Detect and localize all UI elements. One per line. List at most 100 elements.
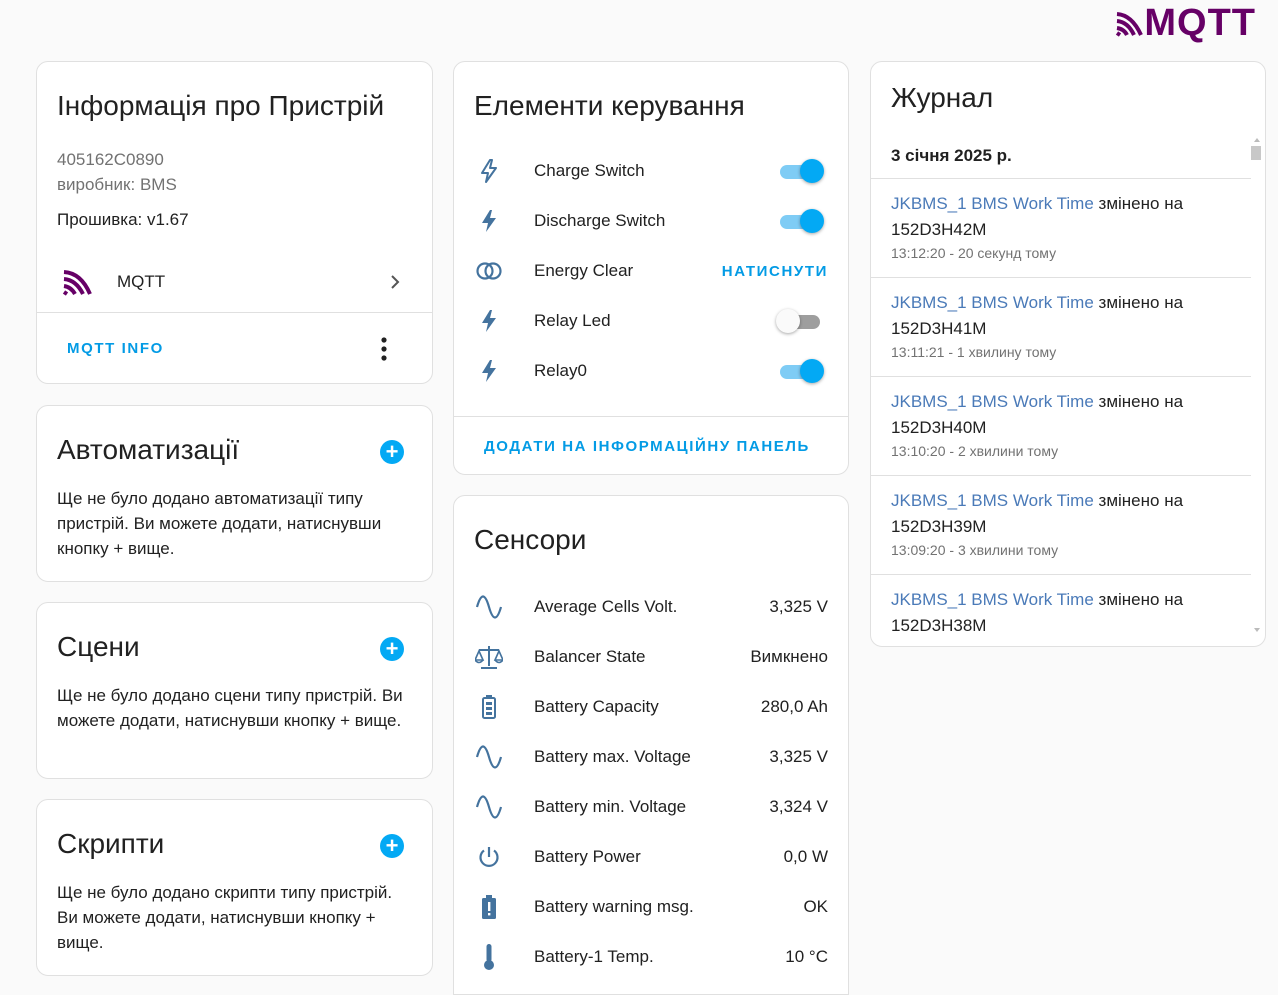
sensor-row[interactable]: Battery Capacity 280,0 Ah [454, 682, 848, 732]
logbook-entry[interactable]: JKBMS_1 BMS Work Time змінено на 152D3H3… [871, 475, 1251, 575]
scripts-card: Скрипти + Ще не було додано скрипти типу… [36, 799, 433, 976]
scroll-up-arrow[interactable] [1254, 138, 1260, 142]
logbook-entry-text: JKBMS_1 BMS Work Time змінено на 152D3H4… [891, 191, 1211, 243]
scale-balance-icon [474, 642, 504, 672]
sensor-row[interactable]: Battery warning msg. OK [454, 882, 848, 932]
logbook-entity-link[interactable]: JKBMS_1 BMS Work Time [891, 491, 1094, 510]
logbook-card: Журнал 3 січня 2025 р. JKBMS_1 BMS Work … [870, 61, 1266, 647]
sensor-value: Вимкнено [750, 647, 828, 666]
add-automation-button[interactable]: + [380, 440, 404, 464]
logbook-entity-link[interactable]: JKBMS_1 BMS Work Time [891, 392, 1094, 411]
sensor-name: Average Cells Volt. [534, 597, 678, 616]
sensor-value: 3,325 V [769, 597, 828, 616]
more-vertical-icon[interactable] [380, 336, 388, 362]
flash-icon [474, 306, 504, 336]
controls-title: Елементи керування [474, 90, 745, 121]
control-row[interactable]: Discharge Switch [454, 196, 848, 246]
control-row[interactable]: Energy Clear НАТИСНУТИ [454, 246, 848, 296]
relay0-toggle[interactable] [778, 359, 824, 383]
add-scene-button[interactable]: + [380, 637, 404, 661]
control-row[interactable]: Relay0 [454, 346, 848, 396]
sensor-row[interactable]: Battery min. Voltage 3,324 V [454, 782, 848, 832]
power-icon [474, 842, 504, 872]
logbook-entity-link[interactable]: JKBMS_1 BMS Work Time [891, 590, 1094, 609]
logbook-value: 152D3H40M [891, 418, 987, 437]
press-button[interactable]: НАТИСНУТИ [722, 263, 828, 280]
battery-icon [474, 692, 504, 722]
logbook-entry[interactable]: JKBMS_1 BMS Work Time змінено на 152D3H4… [871, 277, 1251, 377]
flash-icon [474, 206, 504, 236]
device-serial: 405162C0890 [57, 150, 164, 169]
plus-icon: + [385, 439, 399, 464]
add-script-button[interactable]: + [380, 834, 404, 858]
device-info-title: Інформація про Пристрій [57, 90, 385, 121]
logbook-changed-label: змінено на [1098, 293, 1184, 312]
logbook-value: 152D3H41M [891, 319, 987, 338]
discharge-switch-toggle[interactable] [778, 209, 824, 233]
scroll-thumb[interactable] [1251, 146, 1261, 160]
control-row[interactable]: Charge Switch [454, 146, 848, 196]
sensor-row[interactable]: Battery max. Voltage 3,325 V [454, 732, 848, 782]
logbook-entry[interactable]: JKBMS_1 BMS Work Time змінено на 152D3H4… [871, 376, 1251, 476]
relay-led-toggle[interactable] [776, 309, 822, 333]
logbook-entry[interactable]: JKBMS_1 BMS Work Time змінено на 152D3H4… [871, 178, 1251, 278]
sensor-value: 3,324 V [769, 797, 828, 816]
plus-icon: + [385, 636, 399, 661]
sensor-row[interactable]: Battery Power 0,0 W [454, 832, 848, 882]
sensor-name: Battery warning msg. [534, 897, 694, 916]
control-row[interactable]: Relay Led [454, 296, 848, 346]
sine-wave-icon [474, 792, 504, 822]
scripts-text: Ще не було додано скрипти типу пристрій.… [57, 883, 393, 952]
controls-divider [454, 416, 848, 417]
mqtt-logo-icon [1116, 11, 1144, 37]
scenes-card: Сцени + Ще не було додано сцени типу при… [36, 602, 433, 779]
logbook-entry-text: JKBMS_1 BMS Work Time змінено на 152D3H3… [891, 587, 1211, 639]
logbook-entry-text: JKBMS_1 BMS Work Time змінено на 152D3H4… [891, 389, 1211, 441]
logbook-scrollbar[interactable] [1251, 138, 1261, 632]
logbook-entity-link[interactable]: JKBMS_1 BMS Work Time [891, 194, 1094, 213]
flash-outline-icon [474, 156, 504, 186]
logbook-value: 152D3H38M [891, 616, 987, 635]
sensor-row[interactable]: Average Cells Volt. 3,325 V [454, 582, 848, 632]
sensor-name: Battery Capacity [534, 697, 659, 716]
logbook-entry[interactable]: JKBMS_1 BMS Work Time змінено на 152D3H3… [871, 574, 1251, 646]
sensor-name: Battery-1 Temp. [534, 947, 654, 966]
logbook-value: 152D3H39M [891, 517, 987, 536]
logbook-changed-label: змінено на [1098, 194, 1184, 213]
controls-card: Елементи керування Charge Switch Dischar… [453, 61, 849, 475]
device-info-card: Інформація про Пристрій 405162C0890 виро… [36, 61, 433, 384]
device-info-divider [37, 312, 432, 313]
device-firmware: Прошивка: v1.67 [57, 210, 189, 229]
scenes-text: Ще не було додано сцени типу пристрій. В… [57, 686, 403, 730]
mqtt-integration-icon [62, 270, 92, 296]
sensor-value: OK [803, 897, 828, 916]
logbook-changed-label: змінено на [1098, 392, 1184, 411]
add-to-dashboard-button[interactable]: ДОДАТИ НА ІНФОРМАЦІЙНУ ПАНЕЛЬ [484, 438, 810, 455]
control-name: Relay0 [534, 361, 587, 380]
logbook-time: 13:12:20 - 20 секунд тому [891, 245, 1057, 261]
scripts-title: Скрипти [57, 828, 165, 859]
mqtt-logo: MQTT [1114, 2, 1256, 45]
sensor-value: 0,0 W [783, 847, 828, 866]
logbook-title: Журнал [891, 82, 994, 113]
sensor-name: Balancer State [534, 647, 646, 666]
logbook-changed-label: змінено на [1098, 491, 1184, 510]
scroll-down-arrow[interactable] [1254, 628, 1260, 632]
plus-icon: + [385, 833, 399, 858]
control-name: Energy Clear [534, 261, 634, 280]
control-name: Relay Led [534, 311, 611, 330]
chevron-right-icon [391, 275, 400, 289]
mqtt-info-button[interactable]: MQTT INFO [67, 340, 164, 357]
automations-card: Автоматизації + Ще не було додано автома… [36, 405, 433, 582]
circles-icon [474, 256, 504, 286]
sensor-row[interactable]: Balancer State Вимкнено [454, 632, 848, 682]
logbook-entity-link[interactable]: JKBMS_1 BMS Work Time [891, 293, 1094, 312]
logbook-date: 3 січня 2025 р. [891, 146, 1012, 165]
mqtt-integration-link[interactable]: MQTT [37, 254, 432, 310]
sensor-row[interactable]: Battery-1 Temp. 10 °C [454, 932, 848, 982]
sine-wave-icon [474, 592, 504, 622]
sensors-title: Сенсори [474, 524, 587, 555]
logbook-time: 13:09:20 - 3 хвилини тому [891, 542, 1059, 558]
charge-switch-toggle[interactable] [778, 159, 824, 183]
sensor-name: Battery Power [534, 847, 641, 866]
